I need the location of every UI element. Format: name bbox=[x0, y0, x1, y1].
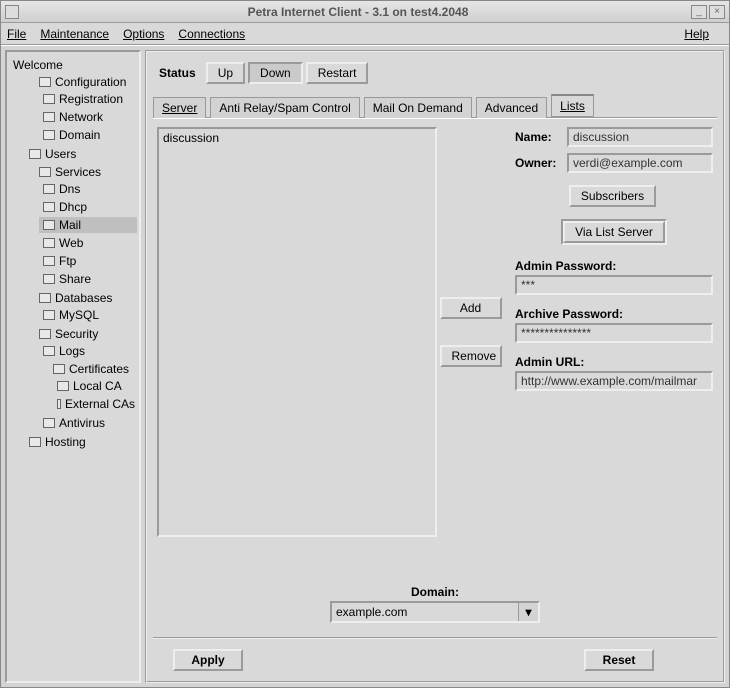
page-icon bbox=[43, 184, 55, 194]
status-down-button[interactable]: Down bbox=[248, 62, 303, 84]
menu-maintenance[interactable]: Maintenance bbox=[40, 27, 109, 41]
page-icon bbox=[57, 381, 69, 391]
page-icon bbox=[43, 202, 55, 212]
body: Welcome Configuration Registration Net bbox=[1, 45, 729, 687]
tree-domain[interactable]: Domain bbox=[39, 127, 137, 143]
page-icon bbox=[43, 346, 55, 356]
list-details-form: Name: Owner: Subscribers Via List bbox=[507, 127, 713, 577]
page-icon bbox=[57, 399, 61, 409]
tree-share[interactable]: Share bbox=[39, 271, 137, 287]
page-icon bbox=[29, 149, 41, 159]
tree-services[interactable]: Services bbox=[25, 164, 137, 180]
apply-button[interactable]: Apply bbox=[173, 649, 243, 671]
list-item[interactable]: discussion bbox=[163, 131, 431, 145]
page-icon bbox=[43, 220, 55, 230]
system-menu-icon[interactable] bbox=[5, 5, 19, 19]
folder-icon bbox=[39, 293, 51, 303]
page-icon bbox=[43, 238, 55, 248]
lists-content: discussion Add Remove Name: Owner: bbox=[157, 127, 713, 577]
tree-dhcp[interactable]: Dhcp bbox=[39, 199, 137, 215]
folder-icon bbox=[53, 364, 65, 374]
folder-icon bbox=[39, 329, 51, 339]
name-field[interactable] bbox=[567, 127, 713, 147]
status-label: Status bbox=[159, 66, 196, 80]
subscribers-button[interactable]: Subscribers bbox=[569, 185, 656, 207]
tree-security[interactable]: Security bbox=[25, 326, 137, 342]
page-icon bbox=[29, 437, 41, 447]
admin-url-field[interactable] bbox=[515, 371, 713, 391]
domain-label: Domain: bbox=[411, 585, 459, 599]
status-restart-button[interactable]: Restart bbox=[306, 62, 369, 84]
tree-certificates[interactable]: Certificates bbox=[39, 361, 137, 377]
owner-label: Owner: bbox=[515, 156, 567, 170]
minimize-button[interactable]: _ bbox=[691, 5, 707, 19]
tab-lists[interactable]: Lists bbox=[551, 94, 594, 117]
page-icon bbox=[43, 112, 55, 122]
close-button[interactable]: × bbox=[709, 5, 725, 19]
tree-logs[interactable]: Logs bbox=[39, 343, 137, 359]
page-icon bbox=[43, 418, 55, 428]
mailing-lists-listbox[interactable]: discussion bbox=[157, 127, 437, 537]
page-icon bbox=[43, 310, 55, 320]
chevron-down-icon[interactable]: ▾ bbox=[518, 603, 538, 621]
name-label: Name: bbox=[515, 130, 567, 144]
status-up-button[interactable]: Up bbox=[206, 62, 245, 84]
domain-value: example.com bbox=[332, 603, 518, 621]
archive-password-label: Archive Password: bbox=[515, 307, 713, 321]
menubar: File Maintenance Options Connections Hel… bbox=[1, 23, 729, 45]
via-list-server-button[interactable]: Via List Server bbox=[563, 221, 665, 243]
main-panel: Status Up Down Restart Server Anti Relay… bbox=[145, 50, 725, 683]
nav-tree: Welcome Configuration Registration Net bbox=[9, 56, 137, 452]
tab-mail-on-demand[interactable]: Mail On Demand bbox=[364, 97, 472, 118]
archive-password-field[interactable] bbox=[515, 323, 713, 343]
tree-registration[interactable]: Registration bbox=[39, 91, 137, 107]
status-row: Status Up Down Restart bbox=[153, 58, 717, 94]
tabstrip: Server Anti Relay/Spam Control Mail On D… bbox=[153, 94, 717, 118]
list-action-buttons: Add Remove bbox=[437, 127, 507, 577]
tree-users[interactable]: Users bbox=[25, 146, 137, 162]
page-icon bbox=[43, 274, 55, 284]
owner-field[interactable] bbox=[567, 153, 713, 173]
app-window: Petra Internet Client - 3.1 on test4.204… bbox=[0, 0, 730, 688]
tree-web[interactable]: Web bbox=[39, 235, 137, 251]
tree-mail[interactable]: Mail bbox=[39, 217, 137, 233]
tree-ftp[interactable]: Ftp bbox=[39, 253, 137, 269]
tree-dns[interactable]: Dns bbox=[39, 181, 137, 197]
menu-options[interactable]: Options bbox=[123, 27, 164, 41]
tree-mysql[interactable]: MySQL bbox=[39, 307, 137, 323]
tab-anti-relay[interactable]: Anti Relay/Spam Control bbox=[210, 97, 359, 118]
menu-connections[interactable]: Connections bbox=[178, 27, 245, 41]
admin-password-label: Admin Password: bbox=[515, 259, 713, 273]
reset-button[interactable]: Reset bbox=[584, 649, 654, 671]
page-icon bbox=[43, 94, 55, 104]
tree-antivirus[interactable]: Antivirus bbox=[39, 415, 137, 431]
admin-url-label: Admin URL: bbox=[515, 355, 713, 369]
sidebar: Welcome Configuration Registration Net bbox=[5, 50, 141, 683]
window-title: Petra Internet Client - 3.1 on test4.204… bbox=[27, 5, 689, 19]
domain-row: Domain: example.com ▾ bbox=[157, 577, 713, 627]
tab-lists-body: discussion Add Remove Name: Owner: bbox=[153, 118, 717, 631]
add-button[interactable]: Add bbox=[440, 297, 502, 319]
folder-icon bbox=[39, 167, 51, 177]
tab-server[interactable]: Server bbox=[153, 97, 206, 118]
folder-icon bbox=[39, 77, 51, 87]
tree-root-welcome[interactable]: Welcome bbox=[11, 57, 137, 73]
domain-combobox[interactable]: example.com ▾ bbox=[330, 601, 540, 623]
tree-databases[interactable]: Databases bbox=[25, 290, 137, 306]
menu-help[interactable]: Help bbox=[684, 27, 709, 41]
tree-network[interactable]: Network bbox=[39, 109, 137, 125]
remove-button[interactable]: Remove bbox=[440, 345, 502, 367]
tree-hosting[interactable]: Hosting bbox=[25, 434, 137, 450]
tree-local-ca[interactable]: Local CA bbox=[53, 378, 137, 394]
footer-buttons: Apply Reset bbox=[153, 637, 717, 675]
page-icon bbox=[43, 256, 55, 266]
tree-external-cas[interactable]: External CAs bbox=[53, 396, 137, 412]
tab-advanced[interactable]: Advanced bbox=[476, 97, 547, 118]
titlebar: Petra Internet Client - 3.1 on test4.204… bbox=[1, 1, 729, 23]
tree-configuration[interactable]: Configuration bbox=[25, 74, 137, 90]
menu-file[interactable]: File bbox=[7, 27, 26, 41]
admin-password-field[interactable] bbox=[515, 275, 713, 295]
page-icon bbox=[43, 130, 55, 140]
